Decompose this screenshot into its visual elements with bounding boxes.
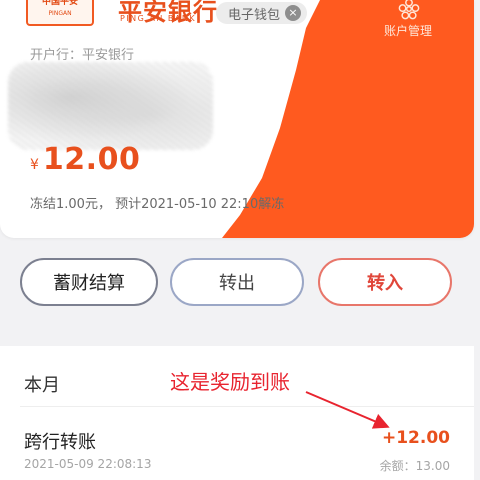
- logo-text: 中国平安: [41, 0, 78, 7]
- balance-display: ¥ 12.00: [30, 142, 140, 177]
- divider: [20, 406, 474, 407]
- annotation-text: 这是奖励到账: [170, 370, 290, 394]
- transaction-list: 本月 这是奖励到账 跨行转账 +12.00 2021-05-09 22:08:1…: [0, 346, 474, 480]
- savings-settlement-label: 蓄财结算: [53, 273, 125, 294]
- savings-settlement-button[interactable]: 蓄财结算: [20, 258, 158, 306]
- transfer-in-label: 转入: [367, 273, 403, 294]
- transfer-out-label: 转出: [219, 273, 255, 294]
- pingan-logo: 中国平安 PINGAN: [26, 0, 94, 26]
- month-header: 本月: [24, 375, 60, 396]
- frozen-note: 冻结1.00元， 预计2021-05-10 22:10解冻: [30, 197, 285, 212]
- chip-close-icon[interactable]: ×: [285, 5, 302, 21]
- transaction-balance: 余额：13.00: [379, 459, 450, 473]
- e-wallet-chip[interactable]: 电子钱包 ×: [216, 2, 308, 24]
- transfer-out-button[interactable]: 转出: [170, 258, 304, 306]
- balance-value: 12.00: [42, 142, 141, 177]
- masked-account-number: [8, 62, 213, 150]
- bank-name-en: PING AN BANK: [120, 14, 197, 23]
- account-management-icon[interactable]: [398, 0, 420, 20]
- annotation-arrow: [305, 391, 390, 429]
- account-management-label[interactable]: 账户管理: [384, 22, 432, 39]
- account-card: 中国平安 PINGAN 平安银行 PING AN BANK 电子钱包 × 账户管…: [0, 0, 474, 238]
- logo-subtext: PINGAN: [48, 10, 72, 17]
- open-bank-label: 开户行：平安银行: [30, 48, 135, 63]
- currency-symbol: ¥: [30, 157, 39, 173]
- transaction-title: 跨行转账: [24, 432, 96, 453]
- transfer-in-button[interactable]: 转入: [318, 258, 452, 306]
- transaction-time: 2021-05-09 22:08:13: [24, 457, 152, 471]
- e-wallet-label: 电子钱包: [228, 7, 281, 23]
